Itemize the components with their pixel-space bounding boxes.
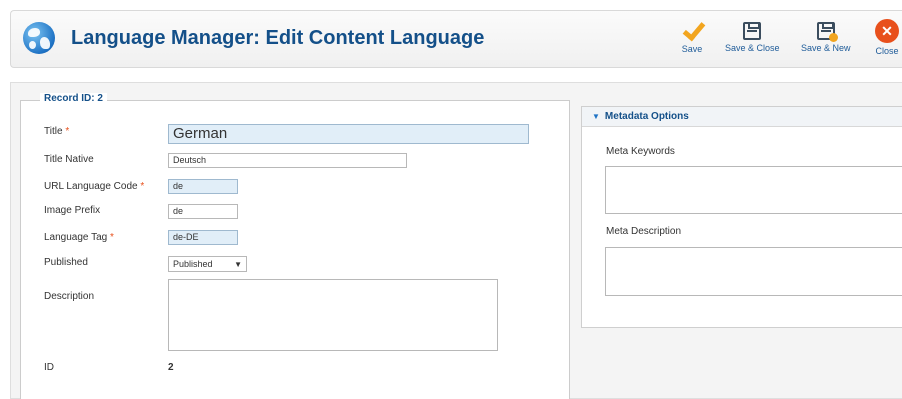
url-language-code-label: URL Language Code *	[44, 181, 145, 192]
title-native-input[interactable]: Deutsch	[168, 153, 407, 168]
save-new-icon	[816, 22, 838, 42]
meta-description-textarea[interactable]	[605, 247, 902, 296]
save-close-icon	[743, 22, 762, 40]
published-select-value: Published	[173, 259, 213, 269]
globe-icon	[23, 22, 55, 54]
chevron-down-icon: ▼	[234, 259, 242, 269]
published-select[interactable]: Published ▼	[168, 256, 247, 272]
image-prefix-input[interactable]: de	[168, 204, 238, 219]
metadata-options-toggle[interactable]: ▼ Metadata Options	[592, 111, 689, 122]
meta-keywords-label: Meta Keywords	[606, 146, 675, 157]
image-prefix-label: Image Prefix	[44, 205, 101, 216]
id-value: 2	[168, 362, 174, 373]
title-native-label: Title Native	[44, 154, 94, 165]
title-label: Title *	[44, 126, 70, 137]
record-legend: Record ID: 2	[40, 93, 107, 104]
record-fieldset	[20, 100, 570, 399]
description-label: Description	[44, 291, 95, 302]
description-textarea[interactable]	[168, 279, 498, 351]
close-icon: ✕	[875, 19, 899, 43]
close-button[interactable]: ✕ Close	[875, 19, 899, 56]
published-label: Published	[44, 257, 88, 268]
close-button-label: Close	[875, 46, 899, 56]
save-close-button-label: Save & Close	[725, 43, 780, 53]
page-title: Language Manager: Edit Content Language	[71, 27, 485, 49]
meta-keywords-textarea[interactable]	[605, 166, 902, 214]
chevron-down-icon: ▼	[592, 112, 600, 121]
save-button[interactable]: Save	[681, 19, 703, 54]
save-new-button[interactable]: Save & New	[801, 19, 851, 53]
url-language-code-input[interactable]: de	[168, 179, 238, 194]
title-input[interactable]: German	[168, 124, 529, 144]
language-tag-label: Language Tag *	[44, 232, 114, 243]
page-header: Language Manager: Edit Content Language …	[10, 10, 902, 68]
save-close-button[interactable]: Save & Close	[725, 19, 780, 53]
language-tag-input[interactable]: de-DE	[168, 230, 238, 245]
save-new-button-label: Save & New	[801, 43, 851, 53]
check-icon	[681, 19, 703, 41]
save-button-label: Save	[681, 44, 703, 54]
meta-description-label: Meta Description	[606, 226, 682, 237]
id-label: ID	[44, 362, 54, 373]
